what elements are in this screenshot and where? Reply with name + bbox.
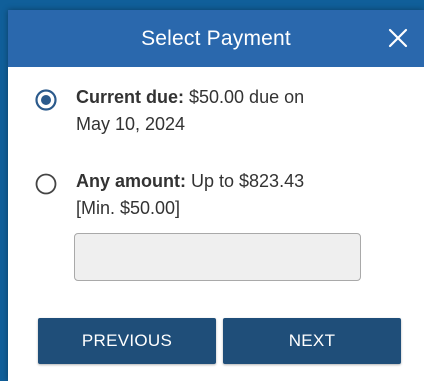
- close-button[interactable]: [374, 10, 424, 67]
- option-any-amount-text: Any amount: Up to $823.43 [Min. $50.00]: [76, 168, 376, 222]
- option-current-due-text: Current due: $50.00 due on May 10, 2024: [76, 84, 376, 138]
- select-payment-dialog: Select Payment Current due: $50.00 due o…: [8, 10, 424, 381]
- previous-button[interactable]: PREVIOUS: [38, 318, 216, 364]
- option-any-amount-label: Any amount:: [76, 171, 186, 191]
- option-current-due[interactable]: Current due: $50.00 due on May 10, 2024: [8, 80, 424, 150]
- option-current-due-amount: $50.00 due on: [184, 87, 305, 107]
- amount-input[interactable]: [74, 233, 361, 281]
- option-any-amount-line1: Any amount: Up to $823.43: [76, 168, 376, 195]
- radio-selected-icon: [35, 89, 57, 111]
- next-button[interactable]: NEXT: [223, 318, 401, 364]
- option-any-amount-max: Up to $823.43: [186, 171, 305, 191]
- option-current-due-date: May 10, 2024: [76, 114, 186, 134]
- option-any-amount-min: [Min. $50.00]: [76, 198, 181, 218]
- radio-any-amount[interactable]: [35, 173, 57, 195]
- app-background: Select Payment Current due: $50.00 due o…: [0, 0, 424, 381]
- dialog-title: Select Payment: [141, 27, 291, 50]
- option-current-due-label: Current due:: [76, 87, 184, 107]
- close-icon: [388, 28, 408, 48]
- dialog-header: Select Payment: [8, 10, 424, 67]
- option-any-amount[interactable]: Any amount: Up to $823.43 [Min. $50.00]: [8, 168, 424, 228]
- radio-unselected-icon: [35, 173, 57, 195]
- option-current-due-line1: Current due: $50.00 due on: [76, 84, 376, 111]
- radio-current-due[interactable]: [35, 89, 57, 111]
